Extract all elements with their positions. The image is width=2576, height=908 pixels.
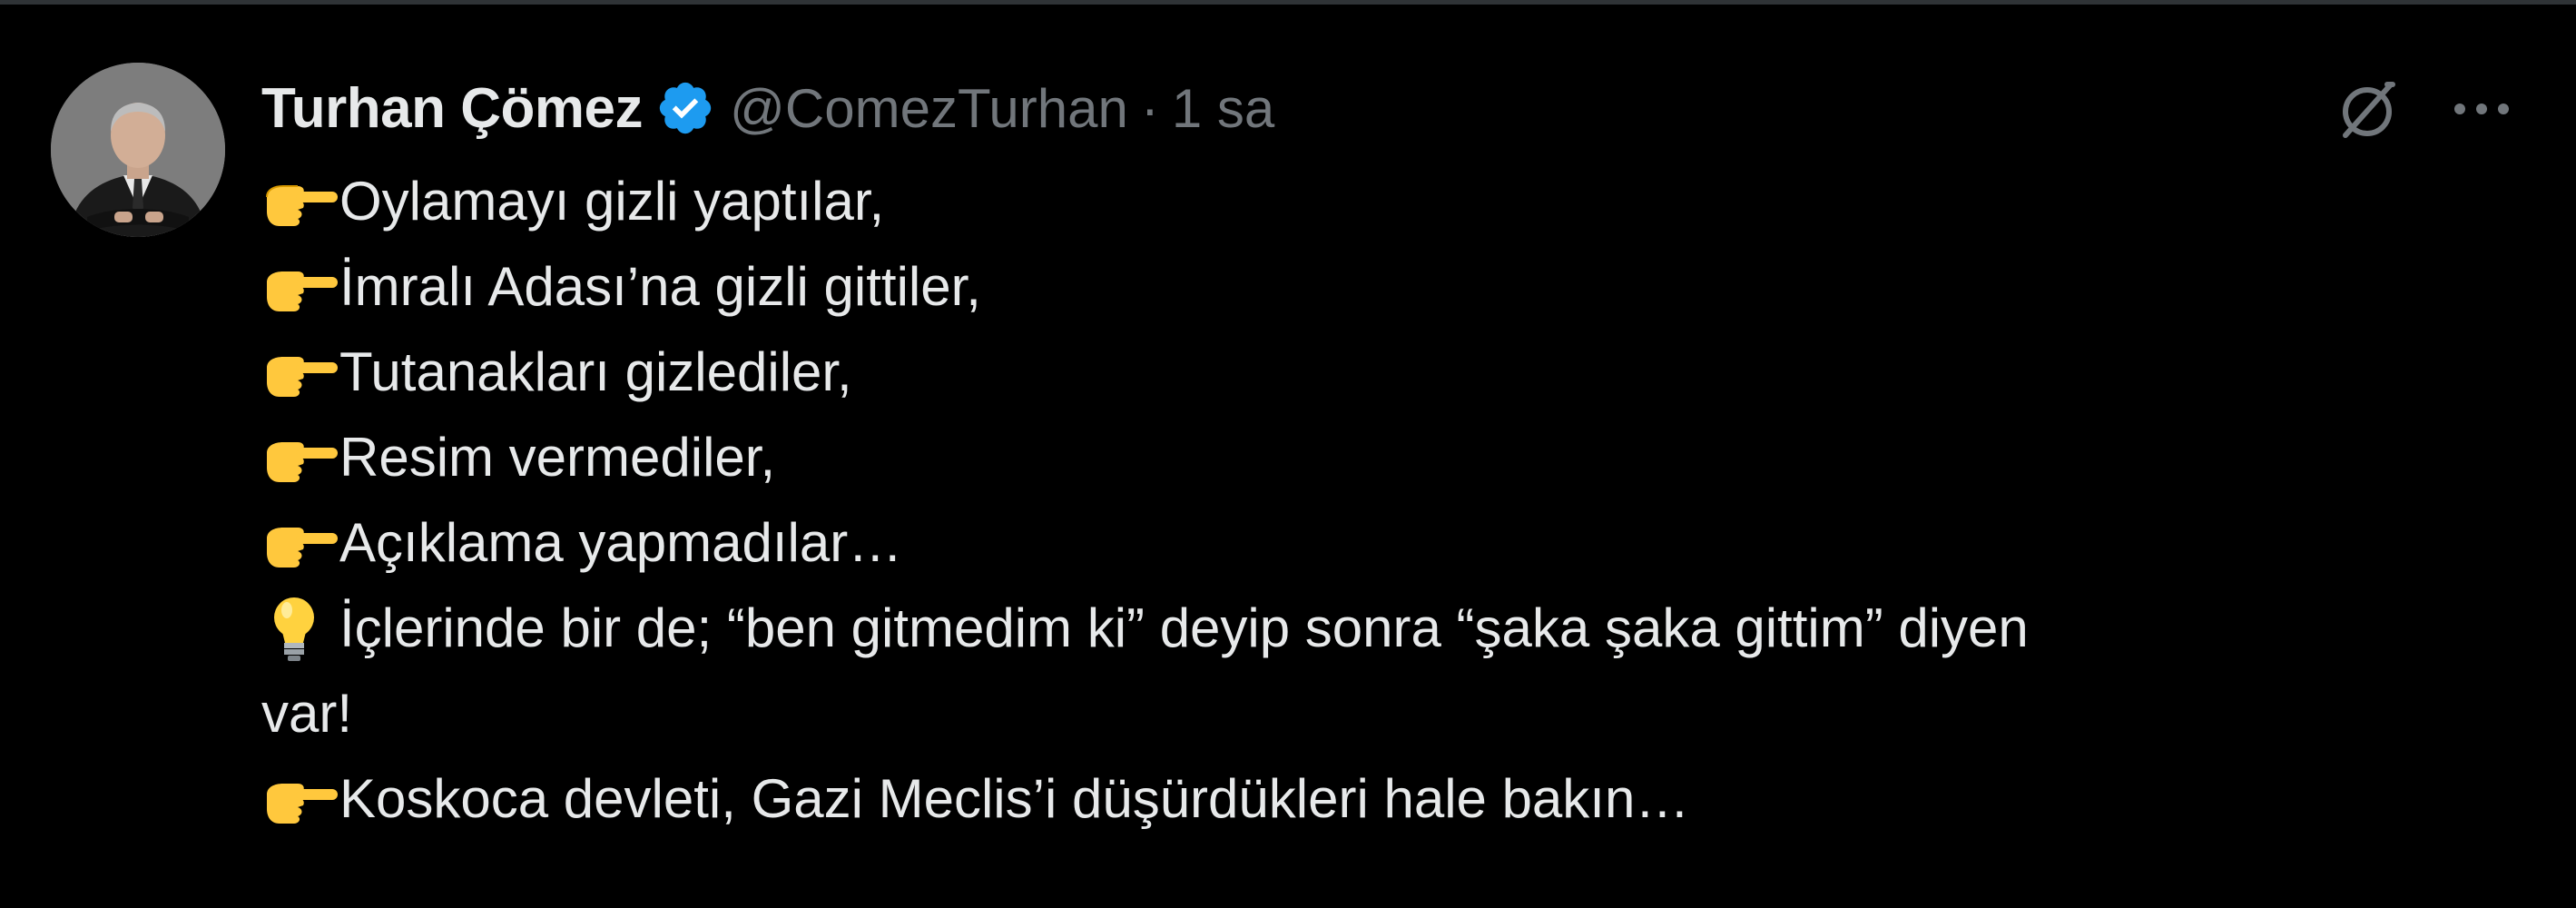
tweet-line-text: Koskoca devleti, Gazi Meclis’i düşürdükl…: [339, 768, 1690, 829]
tweet-line-text: İmralı Adası’na gizli gittiler,: [339, 256, 981, 317]
backhand-index-pointing-right-icon: [261, 767, 339, 831]
timestamp[interactable]: 1 sa: [1172, 77, 1274, 140]
light-bulb-icon: [261, 592, 339, 665]
tweet-line-text: Resim vermediler,: [339, 427, 776, 488]
tweet-line-text: var!: [261, 683, 353, 744]
tweet-line-text: Tutanakları gizlediler,: [339, 341, 852, 402]
tweet-line: Tutanakları gizlediler,: [261, 330, 2531, 415]
separator-dot: ·: [1140, 77, 1159, 139]
backhand-index-pointing-right-icon: [261, 170, 339, 233]
tweet-line: var!: [261, 671, 2531, 756]
backhand-index-pointing-right-icon: [261, 340, 339, 404]
grok-icon[interactable]: [2333, 75, 2402, 144]
tweet-line-text: Oylamayı gizli yaptılar,: [339, 171, 885, 232]
tweet-header: Turhan Çömez @ComezTurhan · 1 sa: [261, 72, 1274, 144]
backhand-index-pointing-right-icon: [261, 426, 339, 489]
author-name[interactable]: Turhan Çömez: [261, 76, 643, 141]
tweet-line-text: İçlerinde bir de; “ben gitmedim ki” deyi…: [339, 597, 2029, 658]
backhand-index-pointing-right-icon: [261, 511, 339, 575]
backhand-index-pointing-right-icon: [261, 255, 339, 319]
avatar[interactable]: [51, 63, 225, 237]
tweet[interactable]: Turhan Çömez @ComezTurhan · 1 sa Oylamay…: [0, 5, 2576, 908]
tweet-line: İmralı Adası’na gizli gittiler,: [261, 244, 2531, 330]
verified-badge-icon: [655, 78, 715, 138]
author-handle[interactable]: @ComezTurhan: [730, 77, 1128, 140]
tweet-line: Resim vermediler,: [261, 415, 2531, 500]
tweet-text: Oylamayı gizli yaptılar, İmralı Adası’na…: [261, 159, 2531, 842]
more-options-icon[interactable]: [2447, 86, 2516, 132]
tweet-line: Oylamayı gizli yaptılar,: [261, 159, 2531, 244]
tweet-line: Açıklama yapmadılar…: [261, 500, 2531, 586]
tweet-line: İçlerinde bir de; “ben gitmedim ki” deyi…: [261, 586, 2531, 671]
tweet-line-text: Açıklama yapmadılar…: [339, 512, 903, 573]
tweet-line: Koskoca devleti, Gazi Meclis’i düşürdükl…: [261, 756, 2531, 842]
